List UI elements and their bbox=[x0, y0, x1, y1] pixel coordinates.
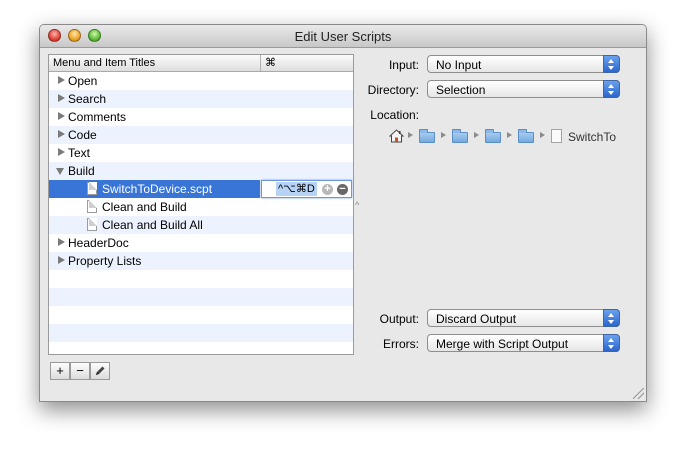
output-popup[interactable]: Discard Output bbox=[427, 309, 620, 327]
column-header-titles[interactable]: Menu and Item Titles bbox=[53, 57, 155, 69]
script-file-icon bbox=[87, 218, 97, 231]
splitter-handle-icon[interactable]: ^ bbox=[355, 200, 359, 210]
shortcut-field[interactable]: ^⌥⌘D + − bbox=[261, 180, 352, 198]
path-arrow-icon bbox=[441, 132, 446, 138]
minus-icon: − bbox=[76, 363, 84, 378]
remove-shortcut-button[interactable]: − bbox=[337, 184, 348, 195]
disclosure-triangle-icon[interactable] bbox=[58, 148, 65, 156]
row-label: Code bbox=[68, 128, 97, 142]
title-bar[interactable]: Edit User Scripts bbox=[40, 25, 646, 48]
remove-button[interactable]: − bbox=[70, 362, 90, 380]
path-arrow-icon bbox=[408, 132, 413, 138]
row-label: HeaderDoc bbox=[68, 236, 129, 250]
outline-row-comments[interactable]: Comments bbox=[49, 108, 353, 126]
popup-arrows-icon bbox=[603, 309, 620, 327]
outline-row-clean-and-build[interactable]: Clean and Build bbox=[49, 198, 353, 216]
row-label: Comments bbox=[68, 110, 127, 124]
folder-icon[interactable] bbox=[518, 129, 534, 143]
row-label: Property Lists bbox=[68, 254, 142, 268]
column-header-shortcut[interactable]: ⌘ bbox=[265, 56, 276, 69]
popup-arrows-icon bbox=[603, 55, 620, 73]
path-arrow-icon bbox=[540, 132, 545, 138]
input-popup[interactable]: No Input bbox=[427, 55, 620, 73]
outline-header: Menu and Item Titles ⌘ bbox=[49, 55, 353, 72]
outline-row-switchtodevice[interactable]: SwitchToDevice.scpt ^⌥⌘D + − bbox=[49, 180, 353, 198]
edit-user-scripts-window: Edit User Scripts Menu and Item Titles ⌘… bbox=[39, 24, 647, 402]
shortcut-value: ^⌥⌘D bbox=[276, 182, 317, 196]
disclosure-triangle-icon[interactable] bbox=[58, 130, 65, 138]
path-arrow-icon bbox=[474, 132, 479, 138]
popup-arrows-icon bbox=[603, 334, 620, 352]
location-label: Location: bbox=[370, 108, 419, 122]
disclosure-triangle-icon[interactable] bbox=[58, 112, 65, 120]
location-file-name[interactable]: SwitchTo bbox=[568, 130, 616, 144]
folder-icon[interactable] bbox=[419, 129, 435, 143]
empty-row bbox=[49, 342, 353, 354]
row-label: Clean and Build All bbox=[102, 218, 203, 232]
errors-label: Errors: bbox=[383, 337, 419, 351]
folder-icon[interactable] bbox=[452, 129, 468, 143]
outline-row-text[interactable]: Text bbox=[49, 144, 353, 162]
row-label: Search bbox=[68, 92, 107, 106]
script-file-icon bbox=[87, 182, 97, 195]
row-label: SwitchToDevice.scpt bbox=[102, 182, 213, 196]
disclosure-triangle-icon[interactable] bbox=[58, 238, 65, 246]
empty-row bbox=[49, 324, 353, 342]
row-label: Open bbox=[68, 74, 98, 88]
directory-popup[interactable]: Selection bbox=[427, 80, 620, 98]
empty-row bbox=[49, 270, 353, 288]
empty-row bbox=[49, 288, 353, 306]
pencil-icon bbox=[96, 366, 105, 375]
outline-row-open[interactable]: Open bbox=[49, 72, 353, 90]
input-value: No Input bbox=[436, 58, 482, 72]
edit-button[interactable] bbox=[90, 362, 110, 380]
window-title: Edit User Scripts bbox=[294, 29, 392, 44]
resize-grip-icon[interactable] bbox=[633, 388, 644, 399]
add-menu-button[interactable]: + bbox=[50, 362, 70, 380]
disclosure-triangle-icon[interactable] bbox=[58, 76, 65, 84]
output-value: Discard Output bbox=[436, 312, 517, 326]
outline-row-clean-and-build-all[interactable]: Clean and Build All bbox=[49, 216, 353, 234]
plus-icon: + bbox=[56, 363, 64, 378]
errors-value: Merge with Script Output bbox=[436, 337, 569, 351]
popup-arrows-icon bbox=[603, 80, 620, 98]
home-icon[interactable] bbox=[389, 129, 404, 143]
row-label: Clean and Build bbox=[102, 200, 187, 214]
outline-row-search[interactable]: Search bbox=[49, 90, 353, 108]
empty-row bbox=[49, 306, 353, 324]
folder-icon[interactable] bbox=[485, 129, 501, 143]
disclosure-triangle-icon[interactable] bbox=[58, 256, 65, 264]
disclosure-triangle-open-icon[interactable] bbox=[56, 168, 64, 175]
directory-label: Directory: bbox=[367, 83, 419, 97]
column-divider bbox=[260, 55, 261, 71]
output-label: Output: bbox=[379, 312, 419, 326]
location-path-control[interactable]: SwitchTo bbox=[389, 128, 619, 144]
input-label: Input: bbox=[388, 58, 419, 72]
path-arrow-icon bbox=[507, 132, 512, 138]
outline-row-property-lists[interactable]: Property Lists bbox=[49, 252, 353, 270]
errors-popup[interactable]: Merge with Script Output bbox=[427, 334, 620, 352]
script-file-icon bbox=[87, 200, 97, 213]
outline-row-code[interactable]: Code bbox=[49, 126, 353, 144]
outline-row-headerdoc[interactable]: HeaderDoc bbox=[49, 234, 353, 252]
row-label: Text bbox=[68, 146, 91, 160]
scripts-outline[interactable]: Menu and Item Titles ⌘ Open Search Comme… bbox=[48, 54, 354, 355]
script-file-icon[interactable] bbox=[551, 129, 562, 143]
row-label: Build bbox=[68, 164, 95, 178]
add-shortcut-button[interactable]: + bbox=[322, 184, 333, 195]
outline-row-build[interactable]: Build bbox=[49, 162, 353, 180]
disclosure-triangle-icon[interactable] bbox=[58, 94, 65, 102]
directory-value: Selection bbox=[436, 83, 486, 97]
